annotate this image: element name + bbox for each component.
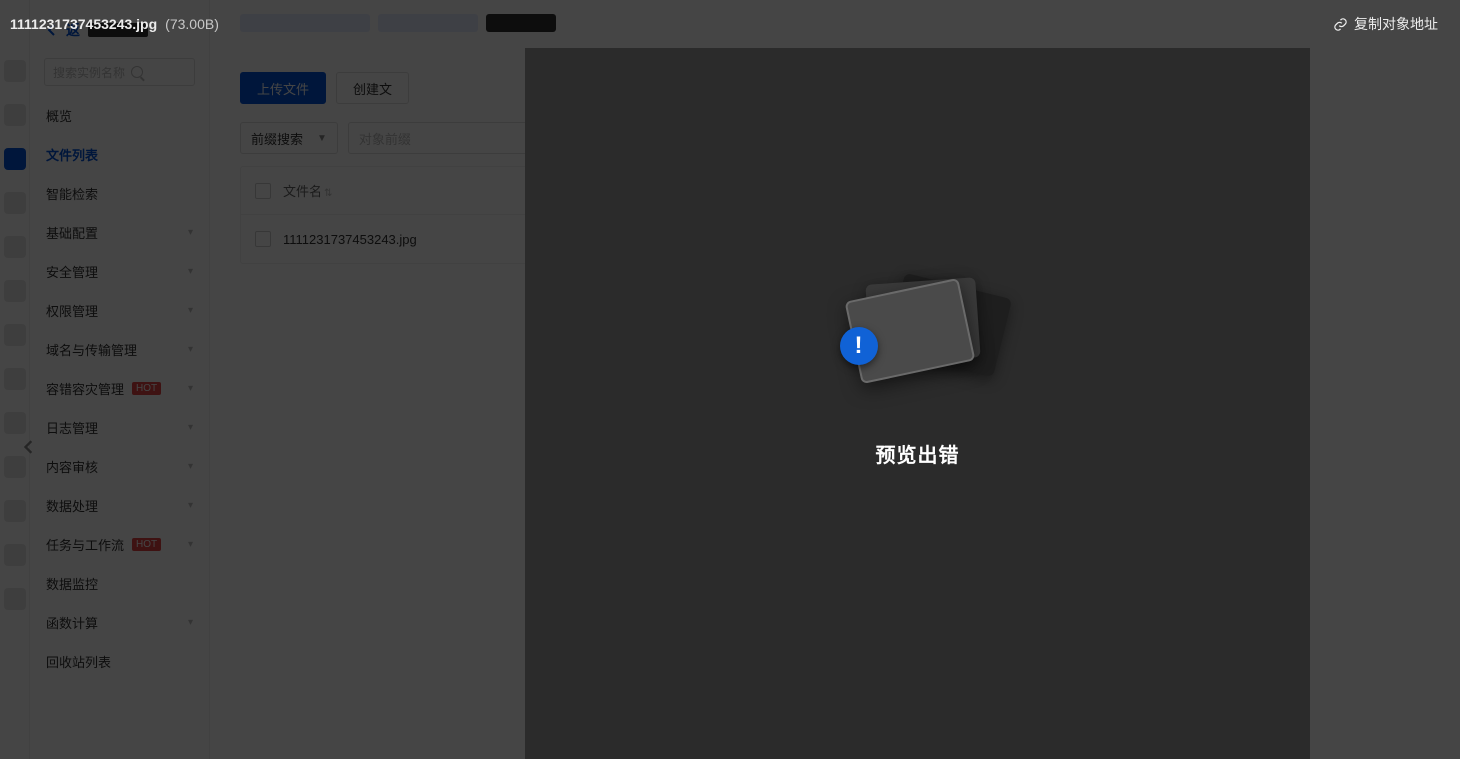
preview-error: ! 预览出错 — [838, 279, 998, 468]
preview-error-text: 预览出错 — [876, 439, 960, 468]
preview-filename: 1111231737453243.jpg (73.00B) — [10, 16, 219, 32]
preview-header: 1111231737453243.jpg (73.00B) 复制对象地址 — [0, 0, 1460, 48]
copy-url-button[interactable]: 复制对象地址 — [1333, 14, 1438, 34]
exclamation-icon: ! — [840, 327, 878, 365]
link-icon — [1333, 17, 1348, 32]
preview-filesize: (73.00B) — [165, 16, 219, 32]
preview-panel: ! 预览出错 — [525, 48, 1310, 759]
error-illustration: ! — [838, 279, 998, 379]
